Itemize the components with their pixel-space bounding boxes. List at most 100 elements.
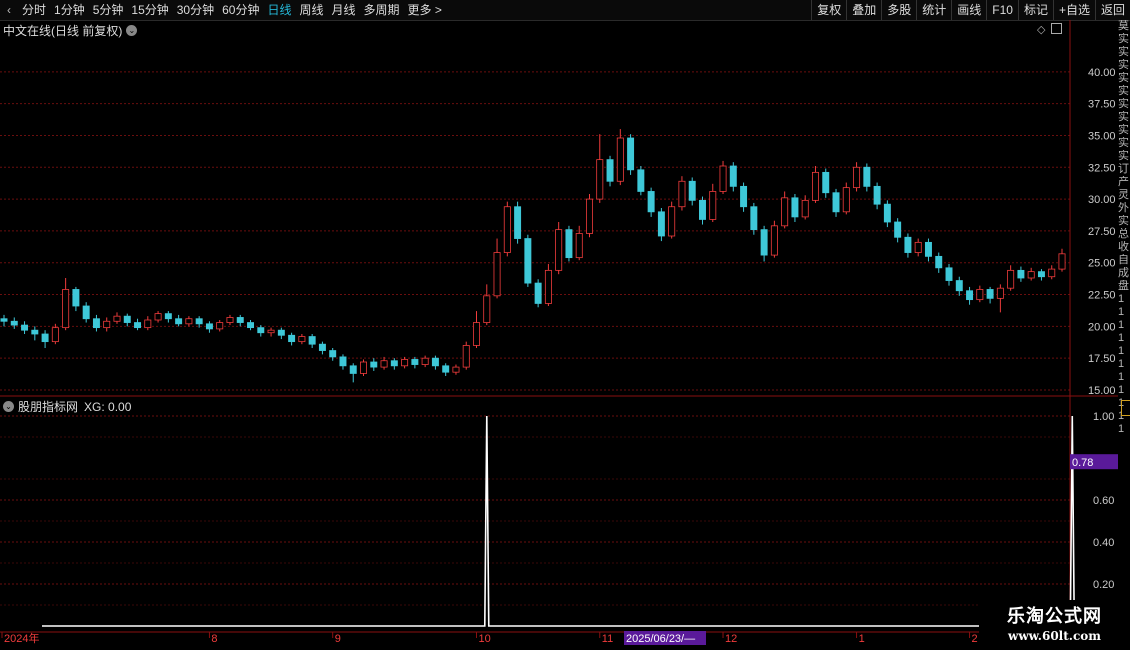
candle-body bbox=[555, 229, 563, 271]
y-tick-label: 35.00 bbox=[1088, 130, 1116, 142]
chart-window-controls: ◇ bbox=[1037, 23, 1063, 36]
candle-body bbox=[565, 229, 573, 259]
y-tick-label: 22.50 bbox=[1088, 290, 1116, 302]
back-button[interactable]: 返回 bbox=[1094, 0, 1130, 20]
candle-body bbox=[92, 318, 100, 329]
candle-body bbox=[1027, 271, 1035, 279]
y-tick-label: 27.50 bbox=[1088, 226, 1116, 238]
tab-period-1[interactable]: 分时 bbox=[18, 0, 50, 20]
right-panel-glyph: 实 bbox=[1118, 124, 1129, 136]
right-panel-glyph: 外 bbox=[1118, 202, 1129, 214]
candle-body bbox=[370, 361, 378, 368]
overlay-button[interactable]: 叠加 bbox=[846, 0, 881, 20]
panel-toggle-marker[interactable] bbox=[1121, 400, 1130, 416]
right-panel-glyph: 1 bbox=[1118, 358, 1125, 370]
tab-period-daily[interactable]: 日线 bbox=[263, 0, 295, 20]
x-axis-labels: 2024年8910111212345691011121 bbox=[1, 631, 1076, 645]
right-panel-glyph: 1 bbox=[1118, 306, 1125, 318]
y-tick-label: 37.50 bbox=[1088, 99, 1116, 111]
candle-body bbox=[904, 236, 912, 253]
y-tick-label: 30.00 bbox=[1088, 194, 1116, 206]
window-toggle-icon[interactable] bbox=[1051, 23, 1063, 34]
candle-body bbox=[31, 329, 39, 335]
add-watchlist-button[interactable]: +自选 bbox=[1052, 0, 1095, 20]
draw-line-button[interactable]: 画线 bbox=[951, 0, 986, 20]
y-tick-label: 25.00 bbox=[1088, 258, 1116, 270]
candle-body bbox=[935, 255, 943, 269]
right-panel-glyph: 1 bbox=[1118, 332, 1125, 344]
right-panel-glyph: 实 bbox=[1118, 85, 1129, 97]
candle-body bbox=[657, 211, 665, 237]
right-panel-glyph: 莫 bbox=[1118, 20, 1129, 32]
x-tick-label: 1 bbox=[859, 633, 865, 645]
stock-name-label: 中文在线(日线 前复权) bbox=[3, 24, 123, 38]
candle-body bbox=[811, 171, 819, 201]
candle-body bbox=[21, 324, 29, 331]
main-grid bbox=[0, 71, 1070, 391]
candle-body bbox=[431, 357, 439, 367]
candle-body bbox=[257, 327, 265, 334]
right-panel-glyph: 1 bbox=[1118, 371, 1125, 383]
candle-body bbox=[113, 315, 121, 322]
right-panel-glyph: 1 bbox=[1118, 293, 1125, 305]
candle-body bbox=[288, 334, 296, 343]
candle-body bbox=[51, 327, 59, 343]
candle-body bbox=[267, 329, 275, 334]
right-panel-glyph: 灵 bbox=[1118, 189, 1129, 201]
right-panel-glyph: 实 bbox=[1118, 46, 1129, 58]
candle-body bbox=[72, 289, 80, 307]
right-panel-glyph: 1 bbox=[1118, 345, 1125, 357]
period-tabs: ‹ 分时 1分钟 5分钟 15分钟 30分钟 60分钟 日线 周线 月线 多周期… bbox=[0, 0, 446, 20]
candle-body bbox=[164, 313, 172, 320]
candle-body bbox=[966, 290, 974, 301]
candle-body bbox=[493, 252, 501, 297]
cursor-value-label: 0.78 bbox=[1072, 457, 1093, 469]
candle-body bbox=[0, 318, 8, 322]
candle-body bbox=[760, 229, 768, 256]
candle-body bbox=[473, 322, 480, 346]
watermark-title: 乐淘公式网 bbox=[1007, 606, 1102, 627]
tab-period-6[interactable]: 60分钟 bbox=[218, 0, 263, 20]
candle-body bbox=[41, 333, 49, 343]
chevron-down-icon[interactable]: ⌄ bbox=[126, 25, 138, 36]
statistics-button[interactable]: 统计 bbox=[916, 0, 951, 20]
candle-body bbox=[339, 356, 347, 367]
candle-body bbox=[452, 366, 460, 373]
multi-stock-button[interactable]: 多股 bbox=[881, 0, 916, 20]
watermark-logo: 乐淘公式网 www.60lt.com bbox=[979, 600, 1130, 650]
candle-body bbox=[719, 165, 727, 192]
adjust-button[interactable]: 复权 bbox=[811, 0, 846, 20]
tab-period-3[interactable]: 5分钟 bbox=[89, 0, 128, 20]
right-panel-glyph: 1 bbox=[1118, 423, 1125, 435]
candle-body bbox=[154, 313, 162, 321]
candle-body bbox=[1037, 271, 1045, 278]
tab-period-multi[interactable]: 多周期 bbox=[360, 0, 404, 20]
candle-body bbox=[791, 197, 799, 218]
x-tick-label: 2 bbox=[972, 633, 978, 645]
diamond-icon[interactable]: ◇ bbox=[1037, 23, 1045, 36]
candle-body bbox=[411, 359, 419, 365]
mark-button[interactable]: 标记 bbox=[1017, 0, 1053, 20]
indicator-grid bbox=[0, 415, 1070, 606]
candle-body bbox=[586, 198, 593, 234]
right-panel-glyph: 实 bbox=[1118, 150, 1129, 162]
candle-body bbox=[401, 359, 409, 367]
f10-button[interactable]: F10 bbox=[986, 0, 1018, 20]
candle-body bbox=[924, 241, 932, 257]
tab-period-2[interactable]: 1分钟 bbox=[50, 0, 89, 20]
kline-chart[interactable]: 40.00 37.50 35.00 32.50 30.00 27.50 25.00 22.50… bbox=[0, 20, 1118, 650]
tab-more[interactable]: 更多 > bbox=[404, 0, 446, 20]
tab-period-5[interactable]: 30分钟 bbox=[173, 0, 218, 20]
candle-body bbox=[945, 267, 953, 281]
candle-body bbox=[842, 187, 850, 213]
candle-body bbox=[195, 318, 203, 325]
right-panel-glyph: 自 bbox=[1118, 254, 1129, 266]
chevron-down-icon[interactable]: ⌄ bbox=[3, 401, 14, 412]
tab-period-4[interactable]: 15分钟 bbox=[127, 0, 172, 20]
tab-period-weekly[interactable]: 周线 bbox=[295, 0, 327, 20]
candle-body bbox=[483, 295, 491, 323]
tab-period-monthly[interactable]: 月线 bbox=[328, 0, 360, 20]
candle-body bbox=[1048, 268, 1056, 278]
xg-value-label: XG: 0.00 bbox=[84, 399, 132, 414]
chevron-left-icon[interactable]: ‹ bbox=[0, 0, 18, 20]
